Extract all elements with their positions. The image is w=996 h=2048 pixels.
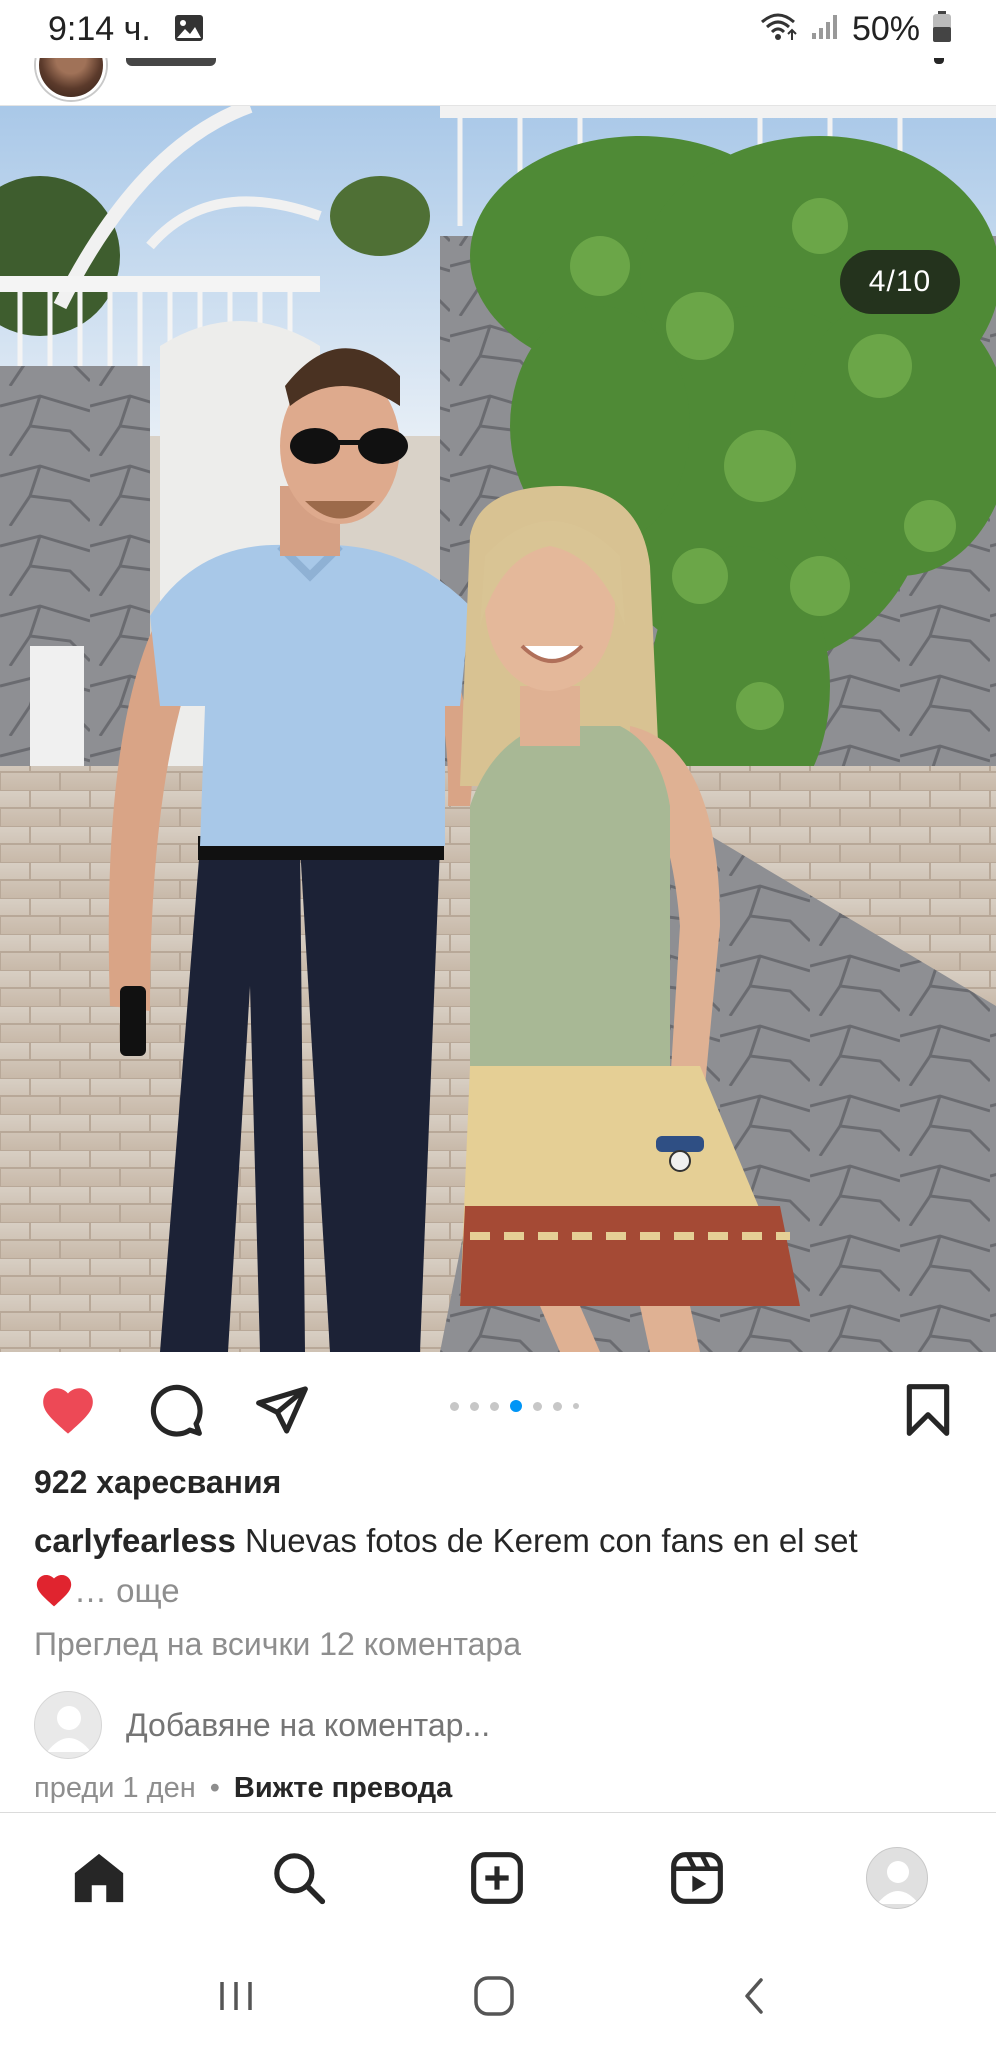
home-button-icon: [474, 1976, 514, 2016]
post-time: преди 1 ден: [34, 1772, 196, 1804]
nav-reels-button[interactable]: [662, 1843, 732, 1913]
save-button[interactable]: [898, 1380, 958, 1440]
likes-count[interactable]: 922 харесвания: [34, 1464, 281, 1501]
share-button[interactable]: [252, 1380, 312, 1440]
current-user-avatar: [34, 1691, 102, 1759]
carousel-dot: [450, 1401, 459, 1411]
carousel-dot: [553, 1401, 562, 1411]
nav-search-button[interactable]: [264, 1843, 334, 1913]
signal-icon: [810, 13, 840, 46]
caption-text: Nuevas fotos de Kerem con fans en el set: [245, 1522, 858, 1559]
author-avatar[interactable]: [36, 58, 106, 100]
default-avatar-icon: [877, 1861, 919, 1904]
caption-more-link[interactable]: … още: [74, 1572, 180, 1609]
create-icon: [471, 1852, 523, 1904]
carousel-dot-active: [510, 1400, 522, 1412]
red-heart-emoji-icon: [36, 1574, 72, 1607]
carousel-dot: [573, 1403, 579, 1409]
nav-home-button[interactable]: [64, 1843, 134, 1913]
author-name-fragment[interactable]: [126, 58, 216, 66]
carousel-dot: [533, 1401, 542, 1411]
more-options-icon[interactable]: [934, 58, 944, 64]
system-home-button[interactable]: [464, 1968, 524, 2024]
post-photo[interactable]: 4/10: [0, 106, 996, 1352]
home-icon: [74, 1853, 124, 1903]
heart-filled-icon: [43, 1388, 93, 1434]
caption-username[interactable]: carlyfearless: [34, 1522, 236, 1559]
back-icon: [745, 1978, 763, 2014]
recent-apps-button[interactable]: [206, 1968, 266, 2024]
nav-create-button[interactable]: [462, 1843, 532, 1913]
post-meta: преди 1 ден • Вижте превода: [34, 1772, 452, 1805]
system-navigation: [0, 1942, 996, 2048]
default-avatar-icon: [47, 1706, 91, 1752]
send-icon: [256, 1386, 308, 1434]
post-header: [0, 58, 996, 106]
comment-button[interactable]: [146, 1380, 206, 1440]
like-button[interactable]: [38, 1380, 98, 1440]
wifi-icon: [758, 12, 798, 47]
view-all-comments-link[interactable]: Преглед на всички 12 коментара: [34, 1626, 521, 1663]
battery-percent: 50%: [851, 10, 920, 48]
carousel-dot: [490, 1401, 499, 1411]
gallery-icon: [174, 14, 204, 42]
profile-avatar: [866, 1847, 928, 1909]
back-button[interactable]: [724, 1968, 784, 2024]
comment-icon: [150, 1384, 203, 1437]
post-caption: carlyfearless Nuevas fotos de Kerem con …: [34, 1516, 964, 1616]
carousel-indicator: [450, 1400, 579, 1412]
status-indicators: 50%: [758, 10, 952, 49]
reels-icon: [671, 1852, 723, 1904]
see-translation-link[interactable]: Вижте превода: [234, 1772, 452, 1805]
photo-counter: 4/10: [840, 250, 960, 314]
meta-separator: •: [209, 1772, 220, 1804]
status-bar: 9:14 ч. 50%: [0, 0, 996, 58]
recent-apps-icon: [220, 1982, 252, 2010]
add-comment-input[interactable]: [126, 1706, 726, 1744]
battery-icon: [932, 11, 952, 48]
status-time: 9:14 ч.: [48, 10, 151, 48]
bookmark-icon: [906, 1384, 950, 1436]
carousel-dot: [470, 1401, 479, 1411]
add-comment-row: [34, 1690, 726, 1760]
bottom-navigation: [0, 1812, 996, 1942]
nav-profile-button[interactable]: [862, 1843, 932, 1913]
search-icon: [274, 1853, 326, 1905]
